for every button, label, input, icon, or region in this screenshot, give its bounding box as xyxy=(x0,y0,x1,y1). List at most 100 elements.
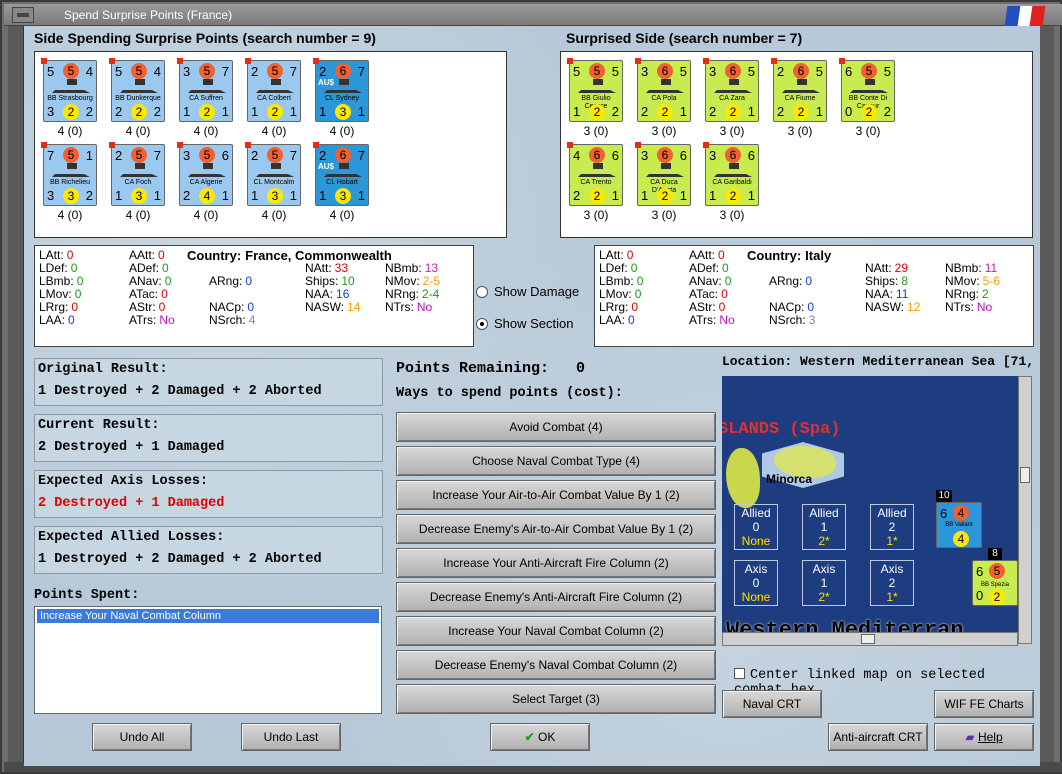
unit-counter[interactable]: 3 6 5 CA Zara 2 2 1 xyxy=(703,58,759,122)
unit-counter[interactable]: 366CA Duca D'Aosta121 xyxy=(635,142,691,206)
stat-ntrs: NTrs: No xyxy=(945,300,992,314)
unit-move: 4 xyxy=(85,64,93,79)
right-side-header: Surprised Side (search number = 7) xyxy=(566,30,803,46)
allied-box-number: 0 xyxy=(752,520,760,534)
scroll-thumb[interactable] xyxy=(861,634,875,644)
spend-option-button[interactable]: Choose Naval Combat Type (4) xyxy=(396,446,716,476)
unit-name: BB Strasbourg xyxy=(47,95,93,102)
ship-silhouette-icon xyxy=(578,163,616,177)
unit-counter[interactable]: 7 5 1 BB Richelieu 3 3 2 xyxy=(41,142,97,206)
spend-option-button[interactable]: Avoid Combat (4) xyxy=(396,412,716,442)
map-vertical-scrollbar[interactable] xyxy=(1018,376,1032,644)
unit-counter[interactable]: 3 5 6 CA Algerie 2 4 1 xyxy=(177,142,233,206)
unit-counter[interactable]: 4 6 6 CA Trento 2 2 1 xyxy=(567,142,623,206)
scroll-thumb[interactable] xyxy=(1020,467,1030,483)
show-damage-radio[interactable]: Show Damage xyxy=(476,284,579,299)
spend-option-button[interactable]: Increase Your Air-to-Air Combat Value By… xyxy=(396,480,716,510)
naval-crt-button[interactable]: Naval CRT xyxy=(722,690,822,718)
unit-range: 1 xyxy=(679,104,687,119)
show-section-radio[interactable]: Show Section xyxy=(476,316,574,331)
stat-label: NAtt: xyxy=(305,261,332,275)
system-menu-icon[interactable] xyxy=(12,7,34,23)
stat-label: NRng: xyxy=(385,287,420,301)
unit-attack: 7 xyxy=(47,148,55,163)
points-spent-label: Points Spent: xyxy=(34,588,140,603)
axis-box[interactable]: Axis 1 2* xyxy=(802,560,846,606)
unit-counter[interactable]: 2 6 7 CL Hobart 1 3 1 AU$ xyxy=(313,142,369,206)
axis-box-title: Axis xyxy=(880,562,904,576)
stat-value: 33 xyxy=(334,261,349,275)
title-bar[interactable]: Spend Surprise Points (France) xyxy=(4,4,1062,26)
spend-option-button[interactable]: Decrease Enemy's Anti-Aircraft Fire Colu… xyxy=(396,582,716,612)
unit-counter[interactable]: 5 5 4 BB Strasbourg 3 2 2 xyxy=(41,58,97,122)
stat-label: NMov: xyxy=(945,274,980,288)
unit-counter[interactable]: 3 6 5 CA Pola 2 2 1 xyxy=(635,58,691,122)
stat-value: 0 xyxy=(636,274,644,288)
spend-option-button[interactable]: Increase Your Anti-Aircraft Fire Column … xyxy=(396,548,716,578)
checkbox-icon[interactable] xyxy=(734,668,745,679)
list-item[interactable]: Increase Your Naval Combat Column xyxy=(37,609,379,623)
unit-counter[interactable]: 2 5 7 CA Colbert 1 2 1 xyxy=(245,58,301,122)
ship-silhouette-icon xyxy=(52,163,90,177)
unit-counter[interactable]: 655BB Conte Di Cavour022 xyxy=(839,58,895,122)
unit-name: CA Pola xyxy=(651,95,677,102)
original-result-box: Original Result: 1 Destroyed + 2 Damaged … xyxy=(34,358,383,406)
unit-counter[interactable]: 2 5 7 CL Montcalm 1 3 1 xyxy=(245,142,301,206)
help-label: Help xyxy=(977,730,1003,744)
wif-charts-button[interactable]: WIF FE Charts xyxy=(934,690,1034,718)
stat-label: NAA: xyxy=(865,287,894,301)
help-button[interactable]: ▰ Help xyxy=(934,723,1034,751)
map-unit-valiant[interactable]: 6 4 BB Valiant 4 xyxy=(936,502,982,548)
stat-label: NTrs: xyxy=(945,300,974,314)
unit-counter[interactable]: 2 5 7 CA Foch 1 3 1 xyxy=(109,142,165,206)
unit-count: 3 (0) xyxy=(787,124,813,138)
unit-defense: 3 xyxy=(131,188,147,204)
unit-aa: 1 xyxy=(115,188,123,203)
unit-counter[interactable]: 2 6 7 CL Sydney 1 3 1 AU$ xyxy=(313,58,369,122)
stat-value: 0 xyxy=(722,261,729,275)
allied-box[interactable]: Allied 2 1* xyxy=(870,504,914,550)
spend-option-button[interactable]: Decrease Enemy's Air-to-Air Combat Value… xyxy=(396,514,716,544)
ok-button[interactable]: ✔ OK xyxy=(490,723,590,751)
undo-all-button[interactable]: Undo All xyxy=(92,723,192,751)
unit-range: 1 xyxy=(221,188,229,203)
axis-box[interactable]: Axis 0 None xyxy=(734,560,778,606)
allied-box[interactable]: Allied 1 2* xyxy=(802,504,846,550)
undo-last-button[interactable]: Undo Last xyxy=(241,723,341,751)
unit-attack: 3 xyxy=(709,148,717,163)
stat-value: 2-4 xyxy=(422,287,440,301)
stat-value: 3 xyxy=(808,313,816,327)
stat-value: 0 xyxy=(164,274,172,288)
unit-aa: 2 xyxy=(573,188,581,203)
unit-defense: 3 xyxy=(267,188,283,204)
aa-crt-button[interactable]: Anti-aircraft CRT xyxy=(828,723,928,751)
unit-count: 3 (0) xyxy=(855,124,881,138)
unit-counter[interactable]: 2 6 5 CA Fiume 2 2 1 xyxy=(771,58,827,122)
spend-option-button[interactable]: Select Target (3) xyxy=(396,684,716,714)
points-spent-list[interactable]: Increase Your Naval Combat Column xyxy=(34,606,382,714)
radio-icon xyxy=(476,286,488,298)
ok-label: OK xyxy=(538,730,556,744)
unit-value: 6 xyxy=(940,506,948,521)
unit-counter[interactable]: 3 6 6 CA Garibaldi 1 2 1 xyxy=(703,142,759,206)
unit-value: 2 xyxy=(989,589,1005,605)
stat-label: Ships: xyxy=(865,274,899,288)
stat-nrng: NRng: 2-4 xyxy=(385,287,439,301)
unit-counter[interactable]: 5 5 4 BB Dunkerque 2 2 2 xyxy=(109,58,165,122)
unit-counter[interactable]: 555BB Giulio Cesare122 xyxy=(567,58,623,122)
map-unit-spezia[interactable]: 6 5 BB Spezia 0 2 xyxy=(972,560,1018,606)
linked-map[interactable]: SLANDS (Spa) Minorca Allied 0 None Allied 1 2… xyxy=(722,376,1018,632)
axis-box[interactable]: Axis 2 1* xyxy=(870,560,914,606)
unit-defense: 4 xyxy=(199,188,215,204)
stat-value: 0 xyxy=(630,261,638,275)
unit-strength: 6 xyxy=(657,147,673,163)
unit-counter[interactable]: 3 5 7 CA Suffren 1 2 1 xyxy=(177,58,233,122)
spend-option-button[interactable]: Decrease Enemy's Naval Combat Column (2) xyxy=(396,650,716,680)
allied-box[interactable]: Allied 0 None xyxy=(734,504,778,550)
country-value: Italy xyxy=(805,248,832,263)
axis-losses-box: Expected Axis Losses: 2 Destroyed + 1 Dam… xyxy=(34,470,383,518)
spend-option-button[interactable]: Increase Your Naval Combat Column (2) xyxy=(396,616,716,646)
map-horizontal-scrollbar[interactable] xyxy=(722,632,1018,646)
stat-value: 0 xyxy=(162,261,169,275)
unit-aa: 3 xyxy=(47,188,55,203)
